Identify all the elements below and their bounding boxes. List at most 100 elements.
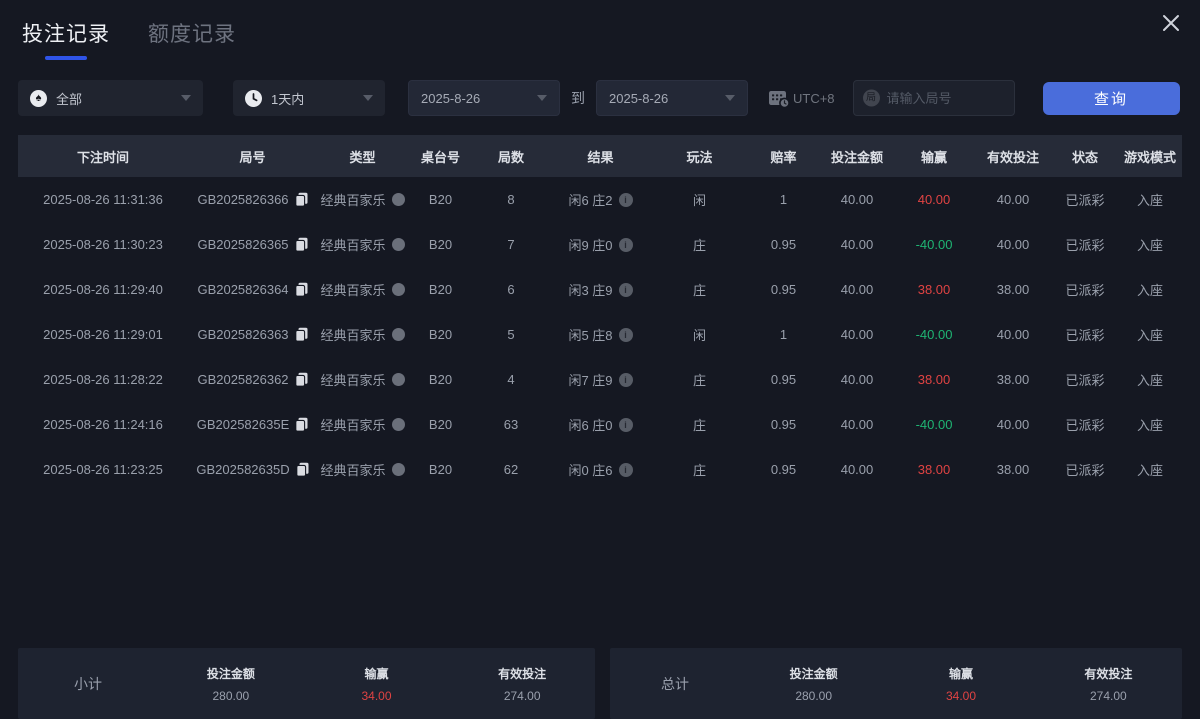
copy-icon[interactable]: [295, 417, 308, 432]
result-cell: 闲3 庄9 i: [549, 280, 652, 299]
summary-bar: 小计 投注金额 280.00 输赢 34.00 有效投注 274.00 总计 投…: [18, 648, 1182, 719]
copy-icon[interactable]: [294, 372, 308, 387]
tab-quota-records-label: 额度记录: [148, 23, 236, 46]
timezone-display: UTC+8: [768, 88, 835, 109]
date-to-picker[interactable]: 2025-8-26: [596, 80, 748, 116]
win-loss-value: 38.00: [917, 372, 951, 387]
col-game-mode: 游戏模式: [1123, 149, 1176, 165]
game-type-select[interactable]: ♠ 全部: [18, 80, 203, 116]
round-number: 6: [507, 282, 515, 297]
copy-icon[interactable]: [294, 192, 308, 207]
copy-icon[interactable]: [294, 282, 308, 297]
round-id: GB2025826364: [197, 282, 289, 297]
odds: 1: [779, 192, 788, 207]
status: 已派彩: [1065, 418, 1105, 433]
col-game-type: 类型: [349, 149, 376, 165]
result-value: 闲5 庄8: [568, 328, 613, 343]
round-id-cell: GB202582635E: [188, 417, 317, 432]
table-no: B20: [428, 282, 453, 297]
game-type: 经典百家乐: [320, 238, 386, 253]
table-row: 2025-08-26 11:23:25 GB202582635D 经典百家乐 B…: [18, 447, 1182, 492]
round-number: 62: [503, 462, 519, 477]
tab-bar: 投注记录 额度记录: [22, 18, 236, 60]
info-icon[interactable]: i: [618, 372, 633, 387]
table-no: B20: [428, 462, 453, 477]
valid-bet: 38.00: [996, 462, 1030, 477]
info-icon[interactable]: i: [618, 462, 633, 477]
round-search-field: 局: [852, 80, 1015, 116]
tab-bet-records[interactable]: 投注记录: [22, 18, 110, 60]
table-body: 2025-08-26 11:31:36 GB2025826366 经典百家乐 B…: [18, 177, 1182, 492]
game-type-cell: 经典百家乐: [317, 280, 408, 299]
win-loss-value: -40.00: [915, 237, 953, 252]
clock-icon: [245, 89, 262, 107]
table-row: 2025-08-26 11:29:01 GB2025826363 经典百家乐 B…: [18, 312, 1182, 357]
subtotal-valid-bet: 有效投注 274.00: [498, 666, 547, 703]
table-no: B20: [428, 327, 453, 342]
table-no: B20: [428, 417, 453, 432]
round-id-cell: GB2025826363: [188, 327, 317, 342]
play-type: 庄: [692, 418, 706, 433]
copy-icon[interactable]: [295, 462, 309, 477]
result-cell: 闲6 庄2 i: [549, 190, 652, 209]
result-value: 闲6 庄2: [568, 193, 613, 208]
table-header: 下注时间 局号 类型 桌台号 局数 结果 玩法 赔率 投注金额 输赢 有效投注 …: [18, 135, 1182, 177]
copy-icon[interactable]: [294, 327, 308, 342]
table-no: B20: [428, 372, 453, 387]
info-icon[interactable]: i: [618, 237, 633, 252]
chevron-down-icon: [363, 95, 373, 101]
copy-icon[interactable]: [294, 237, 308, 252]
col-table-no: 桌台号: [420, 149, 460, 165]
round-id-cell: GB2025826366: [188, 192, 317, 207]
game-badge-icon: [391, 463, 405, 476]
game-type: 经典百家乐: [320, 463, 386, 478]
close-icon[interactable]: [1158, 10, 1184, 36]
game-badge-icon: [391, 238, 405, 251]
round-number: 63: [503, 417, 519, 432]
date-from-value: 2025-8-26: [421, 90, 481, 106]
game-badge-icon: [391, 373, 405, 386]
info-icon[interactable]: i: [618, 417, 633, 432]
game-type-cell: 经典百家乐: [317, 190, 408, 209]
bet-amount: 40.00: [840, 327, 874, 342]
table-row: 2025-08-26 11:24:16 GB202582635E 经典百家乐 B…: [18, 402, 1182, 447]
total-win-loss: 输赢 34.00: [945, 666, 976, 703]
subtotal-panel: 小计 投注金额 280.00 输赢 34.00 有效投注 274.00: [18, 648, 595, 719]
game-mode: 入座: [1136, 283, 1163, 298]
date-from-picker[interactable]: 2025-8-26: [408, 80, 560, 116]
round-id: GB2025826366: [197, 192, 289, 207]
subtotal-win-loss: 输赢 34.00: [361, 666, 392, 703]
chevron-down-icon: [181, 95, 191, 101]
info-icon[interactable]: i: [618, 282, 633, 297]
status: 已派彩: [1065, 373, 1105, 388]
game-type: 经典百家乐: [320, 418, 386, 433]
info-icon[interactable]: i: [618, 192, 633, 207]
table-row: 2025-08-26 11:30:23 GB2025826365 经典百家乐 B…: [18, 222, 1182, 267]
table-row: 2025-08-26 11:29:40 GB2025826364 经典百家乐 B…: [18, 267, 1182, 312]
col-round-no: 局数: [497, 149, 524, 165]
win-loss-value: -40.00: [915, 327, 953, 342]
round-id-cell: GB202582635D: [188, 462, 317, 477]
time-range-select[interactable]: 1天内: [233, 80, 385, 116]
bet-time: 2025-08-26 11:30:23: [43, 237, 163, 252]
total-valid-bet: 有效投注 274.00: [1084, 666, 1133, 703]
status: 已派彩: [1065, 463, 1105, 478]
round-id: GB2025826363: [197, 327, 289, 342]
tab-bet-records-label: 投注记录: [22, 23, 110, 46]
play-type: 闲: [692, 193, 706, 208]
bet-time: 2025-08-26 11:28:22: [43, 372, 163, 387]
col-result: 结果: [587, 149, 614, 165]
round-icon: 局: [862, 89, 880, 107]
subtotal-label: 小计: [74, 675, 102, 692]
round-id-cell: GB2025826362: [188, 372, 317, 387]
info-icon[interactable]: i: [618, 327, 633, 342]
query-button[interactable]: 查询: [1042, 81, 1180, 115]
round-number: 5: [507, 327, 515, 342]
time-range-value: 1天内: [271, 91, 305, 107]
game-badge-icon: [391, 193, 405, 206]
filter-bar: ♠ 全部 1天内 2025-8-26 到 2025-8-26 UTC+8 局 请…: [18, 80, 1182, 116]
tab-quota-records[interactable]: 额度记录: [148, 18, 236, 60]
play-type: 庄: [692, 463, 706, 478]
table-row: 2025-08-26 11:28:22 GB2025826362 经典百家乐 B…: [18, 357, 1182, 402]
col-status: 状态: [1071, 149, 1098, 165]
